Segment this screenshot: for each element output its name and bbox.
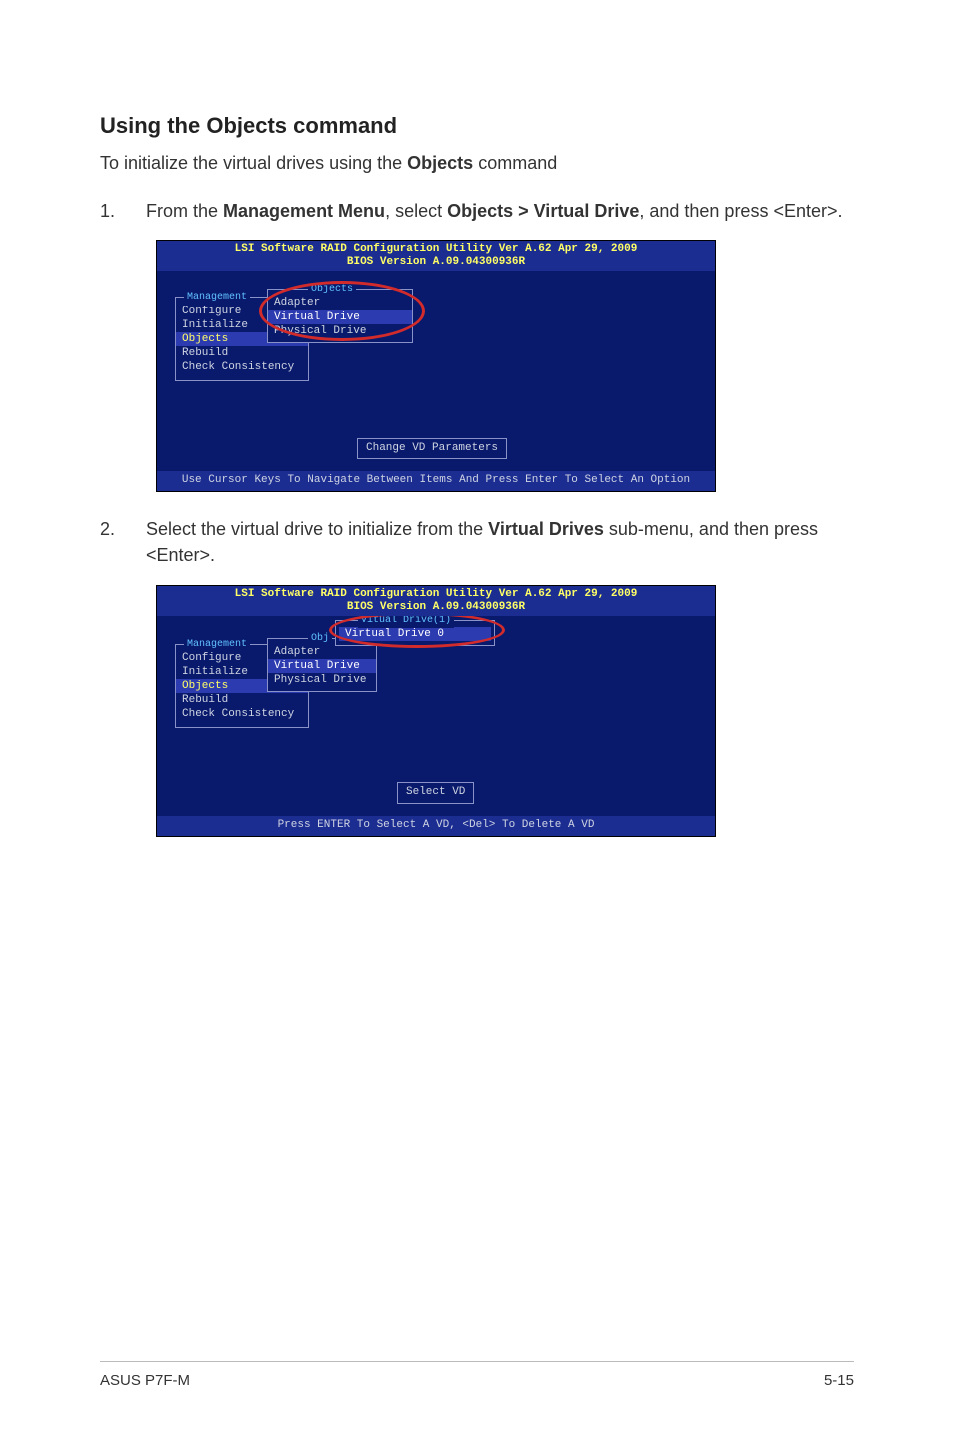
obj2-item-virtual-drive[interactable]: Virtual Drive	[268, 659, 376, 673]
bios-title-bar: LSI Software RAID Configuration Utility …	[157, 241, 715, 271]
intro-bold: Objects	[407, 153, 473, 173]
step-2-number: 2.	[100, 516, 118, 574]
objects-item-adapter[interactable]: Adapter	[268, 296, 412, 310]
bios-title-line1: LSI Software RAID Configuration Utility …	[161, 243, 711, 256]
vd-item-0[interactable]: Virtual Drive 0	[339, 627, 491, 641]
mgmt-item-rebuild[interactable]: Rebuild	[176, 346, 308, 360]
bios-screenshot-2: LSI Software RAID Configuration Utility …	[156, 585, 716, 837]
step-2-text: Select the virtual drive to initialize f…	[146, 516, 854, 568]
bios-title-bar-2: LSI Software RAID Configuration Utility …	[157, 586, 715, 616]
page-footer: ASUS P7F-M 5-15	[100, 1361, 854, 1392]
hint-change-vd: Change VD Parameters	[357, 438, 507, 460]
step1-post: , and then press <Enter>.	[639, 201, 842, 221]
step1-b2: Objects > Virtual Drive	[447, 201, 639, 221]
intro-post: command	[473, 153, 557, 173]
hint-select-vd: Select VD	[397, 782, 474, 804]
bios-title2-line1: LSI Software RAID Configuration Utility …	[161, 588, 711, 601]
step1-b1: Management Menu	[223, 201, 385, 221]
section-heading: Using the Objects command	[100, 110, 854, 142]
obj-stub-legend: Obj	[308, 632, 332, 647]
footer-right: 5-15	[824, 1370, 854, 1392]
objects-menu-panel: Objects Adapter Virtual Drive Physical D…	[267, 289, 413, 343]
step2-b1: Virtual Drives	[488, 519, 604, 539]
mgmt2-item-check-consistency[interactable]: Check Consistency	[176, 707, 308, 721]
obj2-item-physical-drive[interactable]: Physical Drive	[268, 673, 376, 687]
objects-item-physical-drive[interactable]: Physical Drive	[268, 324, 412, 338]
step2-pre: Select the virtual drive to initialize f…	[146, 519, 488, 539]
virtual-drive-list-panel: Vitual Drive(1) Virtual Drive 0	[335, 620, 495, 646]
step1-mid: , select	[385, 201, 447, 221]
management-legend: Management	[184, 291, 250, 306]
step-1-number: 1.	[100, 198, 118, 230]
mgmt2-item-rebuild[interactable]: Rebuild	[176, 693, 308, 707]
bios-footer-2: Press ENTER To Select A VD, <Del> To Del…	[157, 816, 715, 836]
obj2-item-adapter[interactable]: Adapter	[268, 645, 376, 659]
bios-screenshot-1: LSI Software RAID Configuration Utility …	[156, 240, 716, 492]
bios-body-1: Management Configure Initialize Objects …	[157, 271, 715, 471]
vd-list-legend: Vitual Drive(1)	[358, 616, 454, 629]
bios-body-2: Management Configure Initialize Objects …	[157, 616, 715, 816]
step-1-text: From the Management Menu, select Objects…	[146, 198, 854, 224]
step-1: 1. From the Management Menu, select Obje…	[100, 198, 854, 230]
objects-legend: Objects	[308, 283, 356, 298]
management-legend-2: Management	[184, 638, 250, 653]
step1-pre: From the	[146, 201, 223, 221]
obj-stub-panel: Obj Adapter Virtual Drive Physical Drive	[267, 638, 377, 692]
intro-pre: To initialize the virtual drives using t…	[100, 153, 407, 173]
bios-title-line2: BIOS Version A.09.04300936R	[161, 256, 711, 269]
bios-footer-1: Use Cursor Keys To Navigate Between Item…	[157, 471, 715, 491]
objects-item-virtual-drive[interactable]: Virtual Drive	[268, 310, 412, 324]
mgmt-item-check-consistency[interactable]: Check Consistency	[176, 360, 308, 374]
bios-title2-line2: BIOS Version A.09.04300936R	[161, 601, 711, 614]
step-2: 2. Select the virtual drive to initializ…	[100, 516, 854, 574]
intro-paragraph: To initialize the virtual drives using t…	[100, 150, 854, 176]
footer-left: ASUS P7F-M	[100, 1370, 190, 1392]
